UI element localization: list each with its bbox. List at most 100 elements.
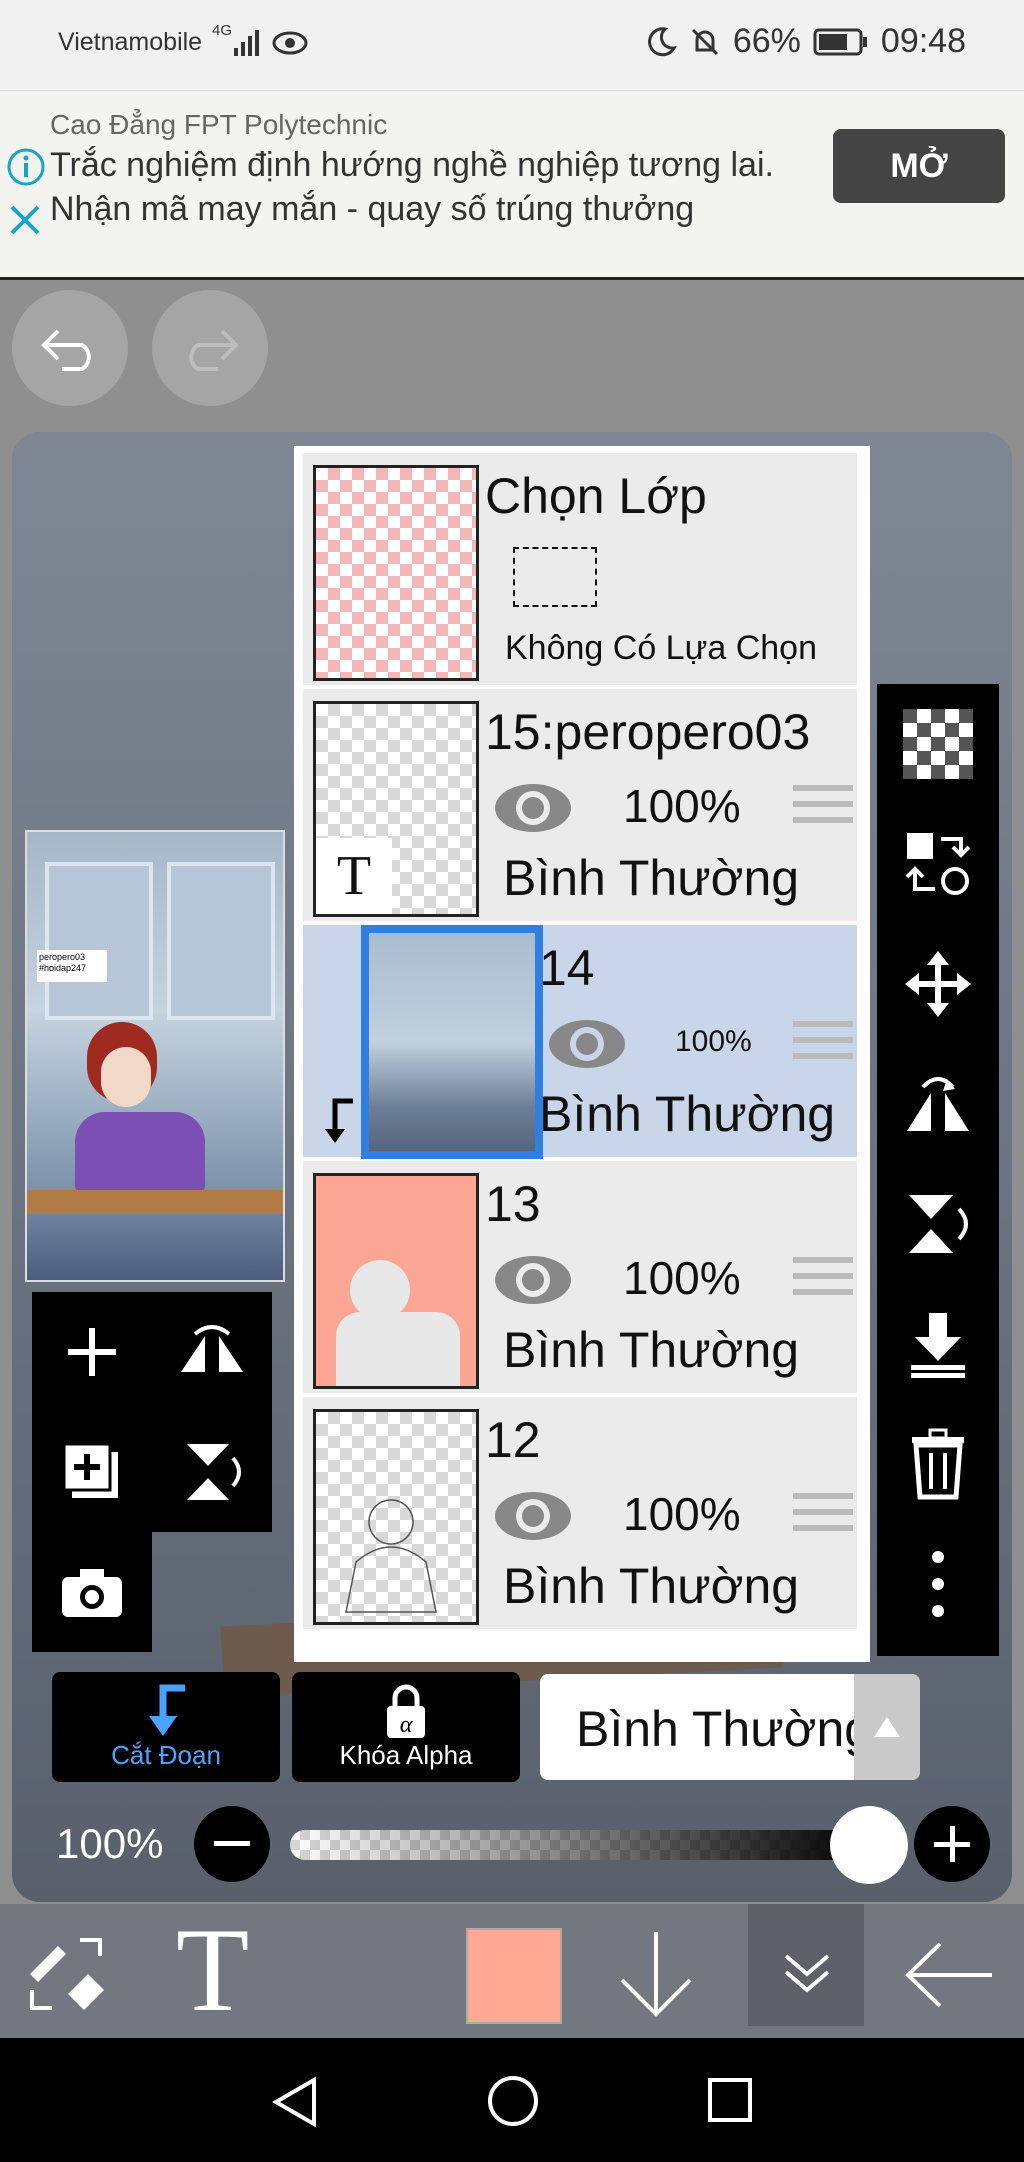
clock: 09:48 bbox=[880, 22, 966, 60]
close-ad-icon[interactable] bbox=[8, 203, 42, 237]
brush-eraser-icon bbox=[30, 1938, 104, 2010]
window-pane bbox=[167, 862, 275, 1020]
layer-panel-toggle[interactable] bbox=[748, 1904, 864, 2026]
more-icon bbox=[932, 1551, 944, 1617]
layer-blend: Bình Thường bbox=[539, 1086, 836, 1142]
layer-row[interactable]: T 15:peropero03 100% Bình Thường bbox=[303, 689, 857, 925]
flip-vertical-button[interactable] bbox=[152, 1412, 272, 1532]
eye-icon[interactable] bbox=[493, 1251, 573, 1309]
undo-icon bbox=[41, 329, 91, 371]
flip-layer-button[interactable] bbox=[152, 1292, 272, 1412]
alpha-lock-label: Khóa Alpha bbox=[339, 1739, 473, 1770]
eye-icon[interactable] bbox=[493, 1487, 573, 1545]
flip-horizontal-button[interactable] bbox=[877, 1044, 999, 1164]
layer-name: 13 bbox=[485, 1176, 541, 1232]
trash-icon bbox=[912, 1428, 964, 1500]
ad-banner[interactable]: Cao Đẳng FPT Polytechnic Trắc nghiệm địn… bbox=[0, 90, 1024, 280]
minus-icon bbox=[214, 1841, 250, 1846]
drag-handle[interactable] bbox=[793, 1493, 853, 1543]
redo-icon bbox=[189, 329, 239, 371]
delete-layer-button[interactable] bbox=[877, 1404, 999, 1524]
battery-icon bbox=[813, 28, 867, 55]
layer-thumb bbox=[313, 1409, 479, 1625]
blend-mode-select[interactable]: Bình Thường bbox=[540, 1674, 920, 1780]
layer-row[interactable]: 12 100% Bình Thường bbox=[303, 1397, 857, 1633]
eye-comfort-icon bbox=[272, 31, 308, 55]
carrier-label: Vietnamobile bbox=[58, 28, 203, 56]
layer-thumb: T bbox=[313, 701, 479, 917]
merge-down-icon bbox=[911, 1313, 965, 1378]
info-icon[interactable] bbox=[6, 147, 46, 187]
layer-thumb bbox=[313, 1173, 479, 1389]
bottom-toolbar: T bbox=[0, 1904, 1024, 2038]
nav-recents-icon[interactable] bbox=[706, 2076, 754, 2124]
figure-shirt bbox=[75, 1112, 205, 1192]
flip-vertical-button-right[interactable] bbox=[877, 1164, 999, 1284]
transfer-button[interactable] bbox=[877, 804, 999, 924]
camera-icon bbox=[62, 1569, 122, 1617]
figure-face bbox=[101, 1047, 151, 1107]
thumb-caption: peropero03 #hoidap247 bbox=[37, 950, 107, 982]
drag-handle[interactable] bbox=[793, 785, 853, 835]
layer-row-selected[interactable]: 14 100% Bình Thường bbox=[303, 925, 857, 1161]
add-layer-icon bbox=[68, 1328, 116, 1376]
window-pane bbox=[45, 862, 153, 1020]
text-tool-button[interactable]: T bbox=[176, 1910, 249, 2030]
canvas-preview[interactable]: peropero03 #hoidap247 bbox=[25, 830, 285, 1282]
redo-button[interactable] bbox=[152, 290, 268, 406]
layer-down-button[interactable] bbox=[616, 1928, 696, 2025]
flip-h-icon bbox=[181, 1325, 243, 1372]
drag-handle[interactable] bbox=[793, 1257, 853, 1307]
alpha-lock-button[interactable]: α Khóa Alpha bbox=[292, 1672, 520, 1782]
status-bar: Vietnamobile 4G 66% 09:48 bbox=[0, 0, 1024, 90]
flip-v-icon bbox=[187, 1444, 241, 1500]
layer-name: 14 bbox=[539, 940, 595, 996]
more-options-button[interactable] bbox=[877, 1524, 999, 1644]
layer-row[interactable]: 13 100% Bình Thường bbox=[303, 1161, 857, 1397]
camera-button[interactable] bbox=[32, 1532, 152, 1652]
clip-arrow-icon bbox=[325, 1098, 353, 1143]
bell-off-icon bbox=[691, 28, 718, 55]
nav-home-icon[interactable] bbox=[486, 2074, 540, 2128]
selection-rect-icon bbox=[513, 547, 597, 607]
blend-mode-toggle[interactable] bbox=[854, 1674, 920, 1780]
eye-icon[interactable] bbox=[493, 779, 573, 837]
ad-open-button[interactable]: MỞ bbox=[833, 129, 1005, 203]
silhouette-head bbox=[350, 1260, 410, 1320]
selection-layer-thumb bbox=[313, 465, 479, 681]
layer-name: 15:peropero03 bbox=[485, 704, 811, 760]
ad-text[interactable]: Trắc nghiệm định hướng nghề nghiệp tương… bbox=[50, 143, 840, 231]
opacity-increase-button[interactable] bbox=[914, 1806, 990, 1882]
add-copy-icon bbox=[62, 1442, 118, 1498]
back-button[interactable] bbox=[904, 1940, 996, 2015]
brush-eraser-toggle[interactable] bbox=[24, 1934, 114, 2019]
arrow-down-icon bbox=[620, 1932, 692, 2017]
layer-list[interactable]: Chọn Lớp Không Có Lựa Chọn T 15:peropero… bbox=[294, 446, 870, 1662]
clipping-label: Cắt Đoạn bbox=[111, 1739, 221, 1770]
add-layer-button[interactable] bbox=[32, 1292, 152, 1412]
merge-down-button[interactable] bbox=[877, 1284, 999, 1404]
eye-icon[interactable] bbox=[547, 1015, 627, 1073]
system-nav-bar bbox=[0, 2038, 1024, 2162]
moon-icon bbox=[647, 26, 677, 56]
arrow-left-icon bbox=[905, 1942, 992, 2008]
opacity-decrease-button[interactable] bbox=[194, 1806, 270, 1882]
lock-icon: α bbox=[387, 1684, 425, 1738]
undo-button[interactable] bbox=[12, 290, 128, 406]
transparent-fill-button[interactable] bbox=[877, 684, 999, 804]
opacity-slider[interactable] bbox=[290, 1830, 870, 1860]
layer-blend: Bình Thường bbox=[503, 1558, 800, 1614]
clipping-button[interactable]: Cắt Đoạn bbox=[52, 1672, 280, 1782]
duplicate-layer-button[interactable] bbox=[32, 1412, 152, 1532]
move-button[interactable] bbox=[877, 924, 999, 1044]
layer-opacity: 100% bbox=[623, 1488, 741, 1540]
selection-layer-row[interactable]: Chọn Lớp Không Có Lựa Chọn bbox=[303, 453, 857, 689]
opacity-slider-knob[interactable] bbox=[830, 1806, 908, 1884]
transfer-icon bbox=[905, 833, 971, 895]
drag-handle[interactable] bbox=[793, 1021, 853, 1071]
nav-back-icon[interactable] bbox=[270, 2076, 320, 2128]
checker-icon bbox=[903, 709, 973, 779]
text-layer-icon: T bbox=[316, 838, 392, 914]
ad-brand: Cao Đẳng FPT Polytechnic bbox=[50, 109, 388, 140]
color-swatch[interactable] bbox=[466, 1928, 562, 2024]
